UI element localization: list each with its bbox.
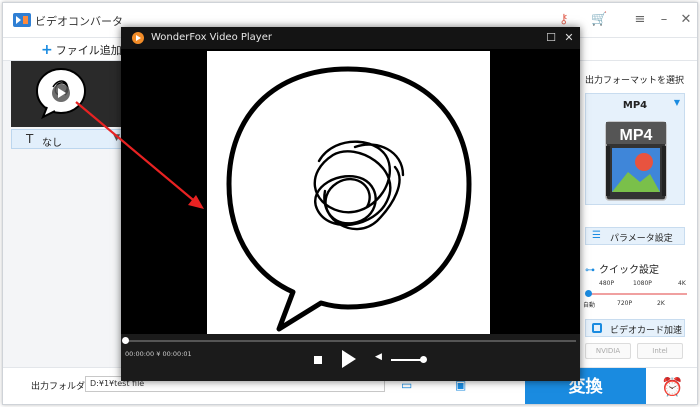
volume-handle[interactable] [420,356,427,363]
close-icon[interactable]: ✕ [561,30,577,46]
plus-icon: + [41,42,53,58]
parameter-settings-button[interactable]: ☰ パラメータ設定 [585,227,685,245]
wonderfox-logo-icon [132,32,144,44]
output-format-heading: 出力フォーマットを選択 [585,76,685,86]
quality-slider-track[interactable] [587,293,687,295]
app-title: ビデオコンバータ [35,15,123,28]
quality-label-4k: 4K [678,280,686,287]
thumbnail-speech-bubble-image [36,68,86,120]
add-file-button[interactable]: + ファイル追加 [41,42,122,58]
key-icon[interactable]: ⚷ [559,12,569,27]
subtitle-value: なし [42,138,62,149]
player-title: WonderFox Video Player [151,32,272,43]
volume-icon[interactable]: ◀ [375,352,382,362]
cart-icon[interactable]: 🛒 [591,12,607,27]
nvidia-badge: NVIDIA [585,343,631,359]
volume-slider[interactable] [391,359,423,361]
intel-badge: Intel [637,343,683,359]
menu-icon[interactable]: ≡ [629,9,651,31]
parameter-settings-label: パラメータ設定 [610,234,673,244]
quality-label-1080p: 1080P [633,280,652,287]
chevron-down-icon: ▼ [113,133,120,143]
player-controls: 00:00:00 ¥ 00:00:01 ◀ [121,334,580,381]
speech-bubble-doodle-image [226,66,472,332]
quality-label-720p: 720P [617,300,633,307]
quick-settings: ⊶ クイック設定 [585,261,659,276]
seek-bar[interactable] [125,340,576,342]
player-title-bar: WonderFox Video Player ☐ ✕ [121,27,580,49]
video-frame[interactable] [207,51,490,334]
chip-icon [592,323,602,333]
quality-slider-handle[interactable] [585,290,592,297]
mp4-format-icon: MP4 [605,121,667,201]
quality-label-480p: 480P [599,280,615,287]
quality-label-2k: 2K [657,300,665,307]
subtitle-dropdown[interactable]: T なし ▼ [11,129,125,149]
gpu-acceleration-button[interactable]: ビデオカード加速 [585,319,685,337]
play-icon[interactable] [342,350,356,368]
gpu-acceleration-label: ビデオカード加速 [610,326,683,336]
app-logo-icon [13,13,31,27]
video-player-window: WonderFox Video Player ☐ ✕ 00:00:00 ¥ 00… [121,27,580,381]
add-file-label: ファイル追加 [55,44,122,57]
sliders-icon: ☰ [592,230,601,241]
seek-handle[interactable] [122,337,129,344]
close-icon[interactable]: ✕ [675,9,697,31]
minimize-icon[interactable]: – [653,9,675,31]
stop-icon[interactable] [314,356,322,364]
chevron-down-icon: ▼ [673,98,680,107]
text-icon: T [26,132,34,146]
output-format-selector[interactable]: MP4 ▼ MP4 [585,93,685,205]
quick-setting-icon: ⊶ [585,265,595,276]
quick-setting-label: クイック設定 [599,265,659,276]
mp4-icon-text: MP4 [620,127,653,144]
maximize-icon[interactable]: ☐ [543,30,559,46]
quality-label-auto: 自動 [583,302,596,309]
format-name: MP4 [622,100,648,111]
output-settings-panel: 出力フォーマットを選択 MP4 ▼ MP4 ☰ パラメータ設定 ⊶ クイック設定 … [579,61,697,367]
alarm-clock-icon[interactable]: ⏰ [648,368,697,404]
playback-time: 00:00:00 ¥ 00:00:01 [125,350,192,358]
